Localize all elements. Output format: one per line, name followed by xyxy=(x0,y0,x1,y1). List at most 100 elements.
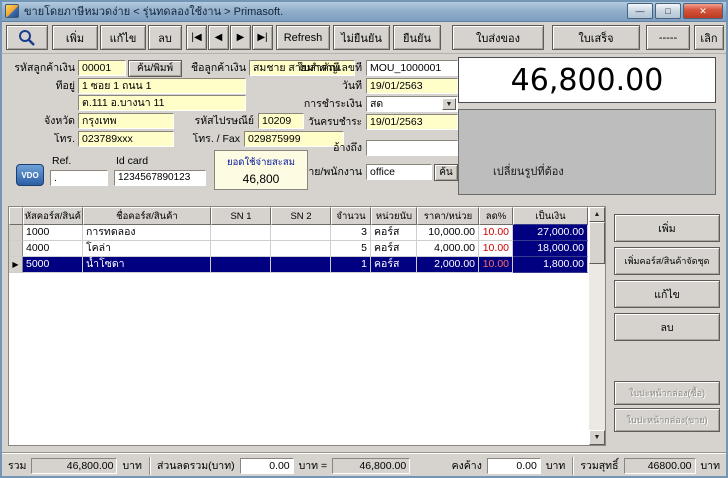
change-image-hint[interactable]: เปลี่ยนรูปที่ต้อง xyxy=(493,162,564,180)
cell-qty[interactable]: 3 xyxy=(331,225,371,241)
col-header-sn2[interactable]: SN 2 xyxy=(271,207,331,225)
cell-sn1[interactable] xyxy=(211,257,271,273)
add-record-button[interactable]: เพิ่ม xyxy=(52,25,98,50)
cell-price[interactable]: 2,000.00 xyxy=(417,257,479,273)
search-print-button[interactable]: ค้น/พิมพ์ xyxy=(128,60,182,77)
title-bar[interactable]: ขายโดยภาษีหมวดง่าย < รุ่นทดลองใช้งาน > P… xyxy=(0,0,728,22)
delete-record-button[interactable]: ลบ xyxy=(148,25,182,50)
cell-sn2[interactable] xyxy=(271,241,331,257)
cell-unit[interactable]: คอร์ส xyxy=(371,257,417,273)
nav-first-icon[interactable]: |◀ xyxy=(186,25,207,50)
chevron-down-icon[interactable]: ▼ xyxy=(442,98,456,110)
col-header-unit[interactable]: หน่วยนับ xyxy=(371,207,417,225)
discount-total-field[interactable]: 0.00 xyxy=(240,458,294,474)
nav-next-icon[interactable]: ▶ xyxy=(230,25,251,50)
col-header-amount[interactable]: เป็นเงิน xyxy=(513,207,588,225)
app-icon[interactable] xyxy=(5,4,19,18)
footer-divider xyxy=(149,457,150,475)
col-header-name[interactable]: ชื่อคอร์ส/สินค้า xyxy=(83,207,211,225)
close-icon[interactable]: ✕ xyxy=(683,3,723,19)
col-header-price[interactable]: ราคา/หน่วย xyxy=(417,207,479,225)
cell-sn1[interactable] xyxy=(211,225,271,241)
col-header-sn1[interactable]: SN 1 xyxy=(211,207,271,225)
delete-item-button[interactable]: ลบ xyxy=(614,313,720,341)
salesperson-field[interactable]: office xyxy=(366,164,432,180)
cell-price[interactable]: 4,000.00 xyxy=(417,241,479,257)
exit-button[interactable]: เลิก xyxy=(694,25,724,50)
cell-code[interactable]: 1000 xyxy=(23,225,83,241)
cell-sn1[interactable] xyxy=(211,241,271,257)
edit-record-button[interactable]: แก้ไข xyxy=(100,25,146,50)
cell-code[interactable]: 4000 xyxy=(23,241,83,257)
salesperson-search-button[interactable]: ค้น xyxy=(434,164,458,181)
cell-price[interactable]: 10,000.00 xyxy=(417,225,479,241)
table-row[interactable]: 1000 การทดลอง 3 คอร์ส 10,000.00 10.00 27… xyxy=(9,225,605,241)
cell-name[interactable]: โคล่า xyxy=(83,241,211,257)
cell-amount[interactable]: 18,000.00 xyxy=(513,241,588,257)
items-table: รหัสคอร์ส/สินค้า ชื่อคอร์ส/สินค้า SN 1 S… xyxy=(8,206,606,446)
row-selector-arrow-icon[interactable]: ▶ xyxy=(9,257,23,273)
province-label: จังหวัด xyxy=(2,115,75,128)
maximize-icon[interactable]: □ xyxy=(655,3,681,19)
customer-code-field[interactable]: 00001 xyxy=(78,60,126,76)
ref-field[interactable]: . xyxy=(50,170,108,186)
nav-last-icon[interactable]: ▶| xyxy=(252,25,273,50)
payment-method-select[interactable]: สด ▼ xyxy=(366,96,458,112)
province-field[interactable]: กรุงเทพ xyxy=(78,113,174,129)
col-header-discount[interactable]: ลด% xyxy=(479,207,513,225)
scroll-up-icon[interactable]: ▲ xyxy=(589,207,605,222)
col-header-qty[interactable]: จำนวน xyxy=(331,207,371,225)
receipt-button[interactable]: ใบเสร็จ xyxy=(552,25,640,50)
cell-name[interactable]: น้ำโซดา xyxy=(83,257,211,273)
postal-code-field[interactable]: 10209 xyxy=(258,113,304,129)
table-row-selected[interactable]: ▶ 5000 น้ำโซดา 1 คอร์ส 2,000.00 10.00 1,… xyxy=(9,257,605,273)
outstanding-field[interactable]: 0.00 xyxy=(487,458,541,474)
table-row[interactable]: 4000 โคล่า 5 คอร์ส 4,000.00 10.00 18,000… xyxy=(9,241,605,257)
nav-prev-icon[interactable]: ◀ xyxy=(208,25,229,50)
scrollbar-thumb[interactable] xyxy=(589,222,605,264)
confirm-button[interactable]: ยืนยัน xyxy=(393,25,441,50)
row-selector[interactable] xyxy=(9,225,23,241)
cell-discount[interactable]: 10.00 xyxy=(479,257,513,273)
customer-code-label: รหัสลูกค้าเงิน xyxy=(2,62,75,75)
refresh-button[interactable]: Refresh xyxy=(276,25,330,50)
date-field[interactable]: 19/01/2563 xyxy=(366,78,458,94)
cell-discount[interactable]: 10.00 xyxy=(479,241,513,257)
idcard-field[interactable]: 1234567890123 xyxy=(114,170,206,186)
add-item-button[interactable]: เพิ่ม xyxy=(614,214,720,242)
cell-amount[interactable]: 27,000.00 xyxy=(513,225,588,241)
customer-image-panel[interactable]: เปลี่ยนรูปที่ต้อง xyxy=(458,109,716,195)
due-date-field[interactable]: 19/01/2563 xyxy=(366,114,458,130)
baht-equals-label: บาท = xyxy=(299,457,328,474)
cell-qty[interactable]: 5 xyxy=(331,241,371,257)
edit-item-button[interactable]: แก้ไข xyxy=(614,280,720,308)
cell-unit[interactable]: คอร์ส xyxy=(371,225,417,241)
search-button[interactable] xyxy=(6,25,48,50)
cell-sn2[interactable] xyxy=(271,257,331,273)
cell-unit[interactable]: คอร์ส xyxy=(371,241,417,257)
date-label: วันที่ xyxy=(284,80,362,93)
vdo-icon[interactable]: VDO xyxy=(16,164,44,186)
minimize-icon[interactable]: — xyxy=(627,3,653,19)
scroll-down-icon[interactable]: ▼ xyxy=(589,430,605,445)
row-selector[interactable] xyxy=(9,241,23,257)
phone-field[interactable]: 023789xxx xyxy=(78,131,174,147)
cell-discount[interactable]: 10.00 xyxy=(479,225,513,241)
address-line1-field[interactable]: 1 ซอย 1 ถนน 1 xyxy=(78,78,246,94)
cell-qty[interactable]: 1 xyxy=(331,257,371,273)
col-header-code[interactable]: รหัสคอร์ส/สินค้า xyxy=(23,207,83,225)
cell-name[interactable]: การทดลอง xyxy=(83,225,211,241)
delivery-note-button[interactable]: ใบส่งของ xyxy=(452,25,544,50)
reference-field[interactable] xyxy=(366,140,458,156)
add-bundle-button[interactable]: เพิ่มคอร์ส/สินค้าจัดชุด xyxy=(614,247,720,275)
cell-amount[interactable]: 1,800.00 xyxy=(513,257,588,273)
toolbar: เพิ่ม แก้ไข ลบ |◀ ◀ ▶ ▶| Refresh ไม่ยืนย… xyxy=(0,22,728,54)
dashes-button[interactable]: ----- xyxy=(646,25,690,50)
cell-sn2[interactable] xyxy=(271,225,331,241)
address-line2-field[interactable]: ต.111 อ.บางนา 11 xyxy=(78,95,246,111)
fax-label: โทร. / Fax xyxy=(176,133,240,146)
unconfirm-button[interactable]: ไม่ยืนยัน xyxy=(333,25,390,50)
doc-no-field[interactable]: MOU_1000001 xyxy=(366,60,458,76)
table-scrollbar[interactable]: ▲ ▼ xyxy=(589,207,605,445)
cell-code[interactable]: 5000 xyxy=(23,257,83,273)
